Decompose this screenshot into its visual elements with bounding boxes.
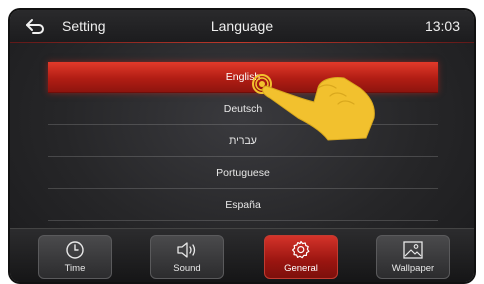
language-item-espana[interactable]: España <box>48 190 438 221</box>
language-item-hebrew[interactable]: עברית <box>48 126 438 157</box>
tab-label: Time <box>64 263 86 274</box>
language-item-label: Deutsch <box>223 103 263 115</box>
language-item-label: English <box>225 71 261 83</box>
language-item-label: España <box>225 199 261 211</box>
header-divider <box>10 42 474 43</box>
speaker-icon <box>176 240 198 260</box>
language-item-portuguese[interactable]: Portuguese <box>48 158 438 189</box>
tab-wallpaper[interactable]: Wallpaper <box>376 235 450 279</box>
gear-icon <box>290 240 312 260</box>
language-list: English Deutsch עברית Portuguese España <box>48 62 438 222</box>
clock-display: 13:03 <box>424 18 460 34</box>
clock-icon <box>64 240 86 260</box>
device-screen: Setting Language 13:03 English Deutsch ע… <box>10 10 474 282</box>
tab-time[interactable]: Time <box>38 235 112 279</box>
language-item-label: עברית <box>229 135 257 147</box>
page-title: Language <box>210 18 274 34</box>
bottom-dock: Time Sound General Wallpaper <box>10 228 474 282</box>
tab-label: Sound <box>173 263 201 274</box>
language-item-label: Portuguese <box>216 167 270 179</box>
app-frame: Setting Language 13:03 English Deutsch ע… <box>0 0 484 284</box>
language-item-deutsch[interactable]: Deutsch <box>48 94 438 125</box>
tab-sound[interactable]: Sound <box>150 235 224 279</box>
tab-general[interactable]: General <box>264 235 338 279</box>
tab-label: Wallpaper <box>391 263 435 274</box>
top-bar: Setting Language 13:03 <box>10 10 474 43</box>
tab-label: General <box>284 263 318 274</box>
image-icon <box>402 240 424 260</box>
language-item-english[interactable]: English <box>48 62 438 93</box>
